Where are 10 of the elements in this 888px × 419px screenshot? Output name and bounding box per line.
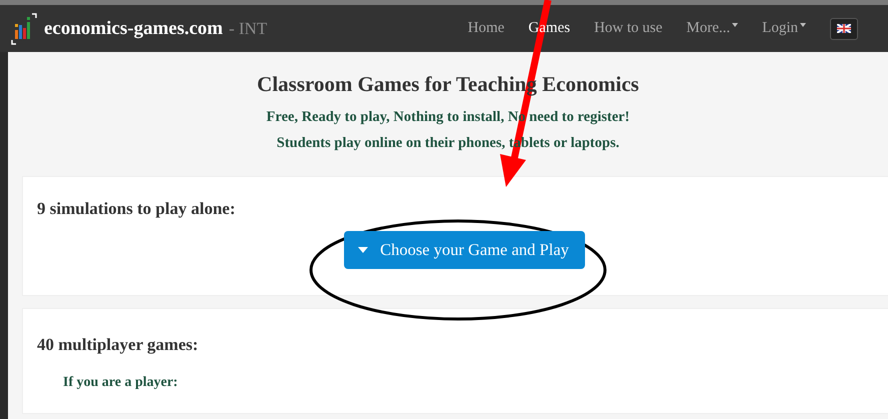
choose-game-button[interactable]: Choose your Game and Play — [344, 231, 585, 269]
nav-link[interactable]: How to use — [582, 5, 674, 52]
nav-link[interactable]: More... — [674, 5, 750, 52]
nav-link[interactable]: Home — [456, 5, 516, 52]
brand-suffix: - INT — [228, 18, 268, 38]
nav-link[interactable]: Login — [750, 5, 818, 52]
section-heading: 40 multiplayer games: — [37, 335, 200, 355]
site-brand-link[interactable]: economics-games.com — [44, 18, 223, 40]
section-subheading: If you are a player: — [63, 375, 179, 391]
section-heading: 9 simulations to play alone: — [37, 199, 236, 219]
